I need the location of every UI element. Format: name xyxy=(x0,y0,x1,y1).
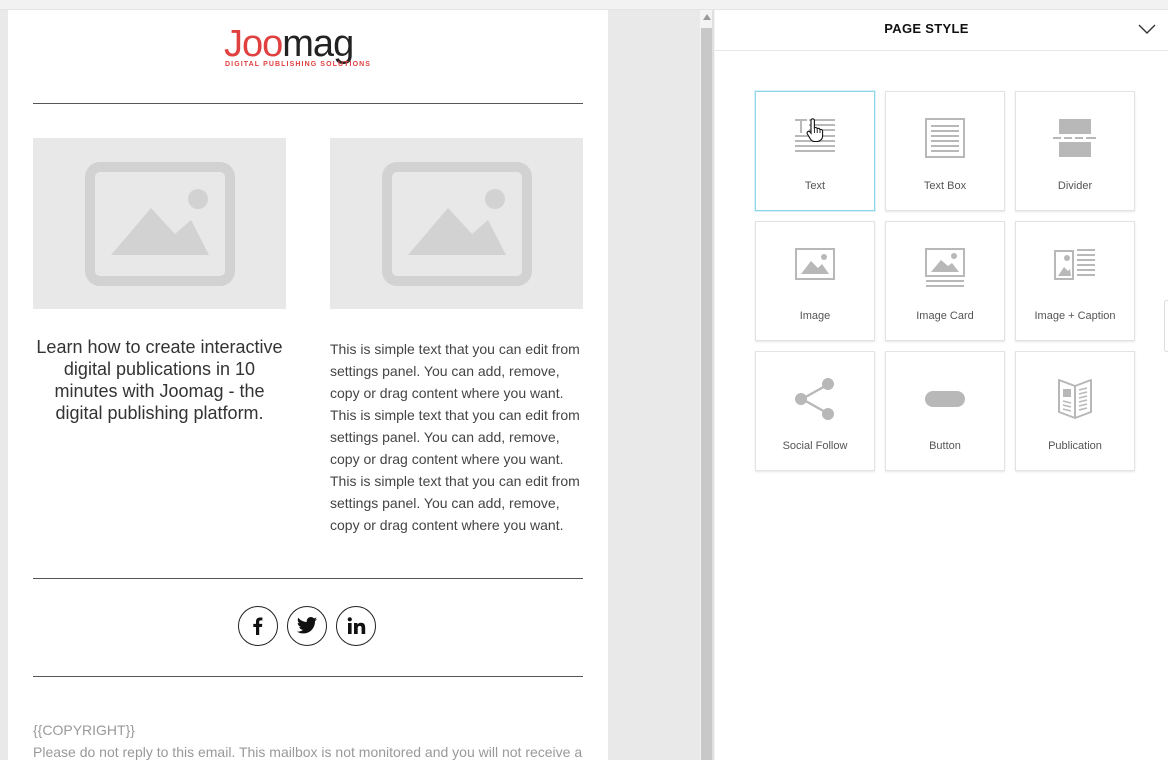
block-label: Divider xyxy=(1057,180,1093,192)
button-icon xyxy=(925,391,965,407)
page-style-header[interactable]: PAGE STYLE xyxy=(715,10,1168,51)
hand-cursor-icon xyxy=(806,118,824,142)
block-image[interactable]: Image xyxy=(755,221,875,341)
twitter-link[interactable] xyxy=(287,606,327,646)
email-body-text[interactable]: This is simple text that you can edit fr… xyxy=(330,338,590,536)
share-icon xyxy=(795,378,834,420)
image-icon xyxy=(795,248,835,280)
chevron-down-icon[interactable] xyxy=(1138,24,1156,34)
twitter-icon xyxy=(296,617,318,634)
block-button[interactable]: Button xyxy=(885,351,1005,471)
image-placeholder-icon xyxy=(84,161,235,286)
footer-disclaimer[interactable]: Please do not reply to this email. This … xyxy=(33,744,608,760)
block-social-follow[interactable]: Social Follow xyxy=(755,351,875,471)
image-card-icon xyxy=(925,248,965,287)
linkedin-link[interactable] xyxy=(336,606,376,646)
copyright-placeholder[interactable]: {{COPYRIGHT}} xyxy=(33,722,135,738)
scroll-up-arrow[interactable] xyxy=(703,14,711,20)
facebook-icon xyxy=(253,617,263,635)
blocks-panel: PAGE STYLE Text Text Box Divider Image I… xyxy=(715,10,1168,760)
divider-top xyxy=(33,103,583,104)
block-publication[interactable]: Publication xyxy=(1015,351,1135,471)
block-label: Publication xyxy=(1048,440,1102,452)
image-caption-icon xyxy=(1054,249,1095,280)
email-headline[interactable]: Learn how to create interactive digital … xyxy=(33,336,286,424)
block-image-card[interactable]: Image Card xyxy=(885,221,1005,341)
block-label: Image xyxy=(799,310,831,322)
panel-side-handle[interactable] xyxy=(1164,300,1168,352)
linkedin-icon xyxy=(347,617,366,634)
block-divider[interactable]: Divider xyxy=(1015,91,1135,211)
block-label: Image + Caption xyxy=(1034,310,1116,322)
panel-splitter[interactable] xyxy=(700,10,715,760)
joomag-logo: Joomag DIGITAL PUBLISHING SOLUTIONS xyxy=(224,23,372,68)
block-text-box[interactable]: Text Box xyxy=(885,91,1005,211)
block-text[interactable]: Text xyxy=(755,91,875,211)
image-placeholder-right[interactable] xyxy=(330,138,583,309)
image-placeholder-icon xyxy=(381,161,532,286)
block-image-caption[interactable]: Image + Caption xyxy=(1015,221,1135,341)
text-box-icon xyxy=(925,118,965,158)
block-label: Image Card xyxy=(916,310,974,322)
divider-icon xyxy=(1053,119,1096,157)
social-links xyxy=(238,606,376,646)
block-label: Text Box xyxy=(923,180,967,192)
splitter-edge xyxy=(712,10,714,760)
block-label: Text xyxy=(804,180,826,192)
publication-icon xyxy=(1058,379,1092,419)
top-strip xyxy=(0,0,1168,10)
divider-bottom xyxy=(33,676,583,677)
divider-middle xyxy=(33,578,583,579)
panel-title: PAGE STYLE xyxy=(884,21,969,36)
image-placeholder-left[interactable] xyxy=(33,138,286,309)
block-label: Social Follow xyxy=(782,440,848,452)
block-label: Button xyxy=(929,440,961,452)
logo-tagline: DIGITAL PUBLISHING SOLUTIONS xyxy=(225,61,372,68)
facebook-link[interactable] xyxy=(238,606,278,646)
scrollbar-thumb[interactable] xyxy=(701,28,712,760)
email-page[interactable]: Joomag DIGITAL PUBLISHING SOLUTIONS Lear… xyxy=(8,10,608,760)
